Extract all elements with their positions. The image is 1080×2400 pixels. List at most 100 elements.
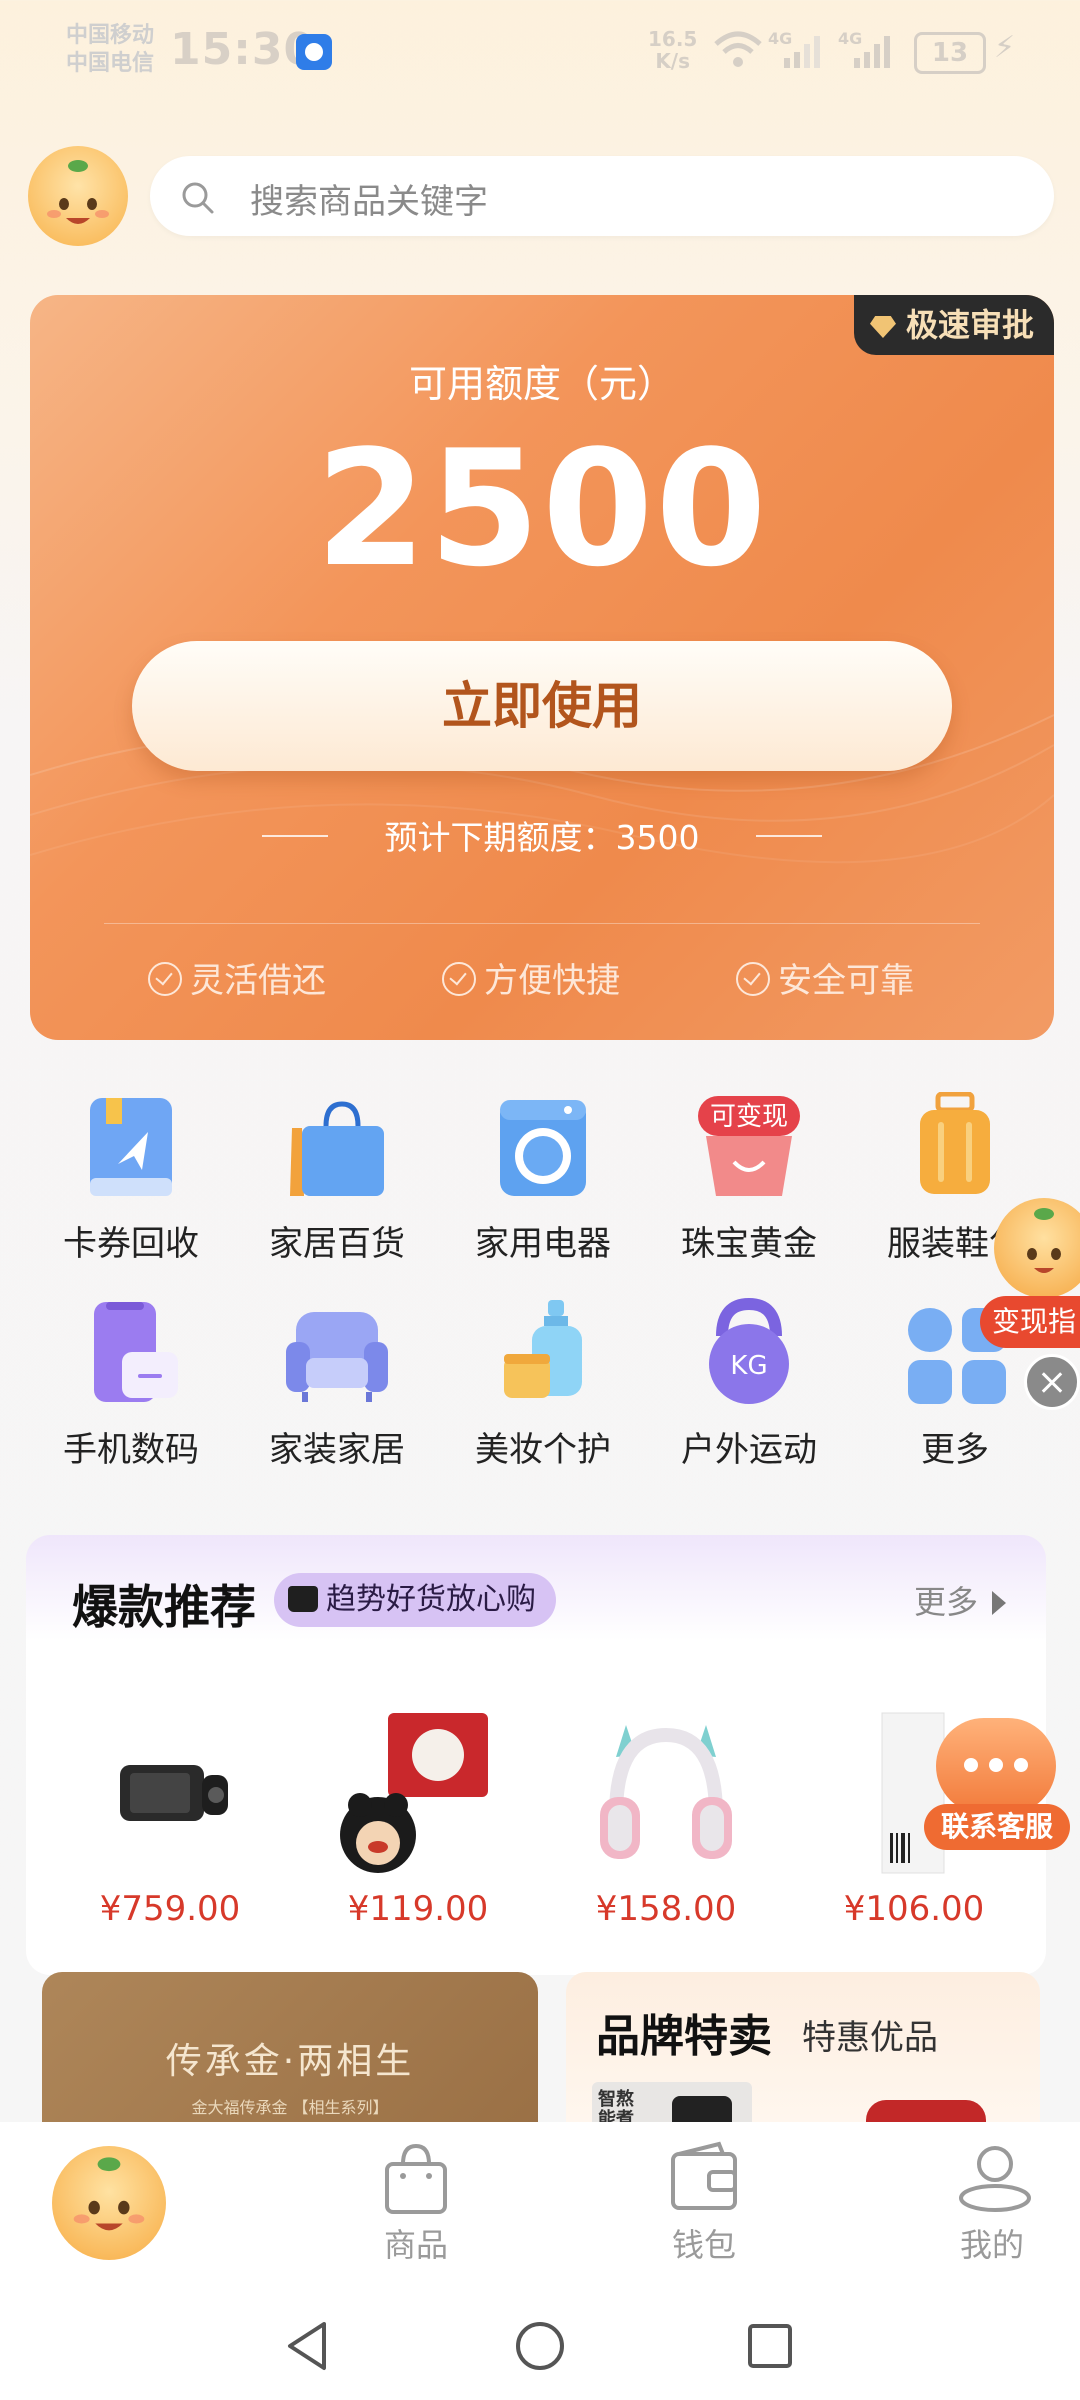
section-title: 爆款推荐 — [72, 1580, 256, 1634]
category-label: 更多 — [921, 1430, 989, 1470]
suitcase-icon — [900, 1091, 1010, 1202]
charging-icon: ⚡ — [994, 30, 1016, 65]
back-icon[interactable] — [278, 2316, 338, 2376]
category-home-decor[interactable]: 家装家居 — [242, 1298, 432, 1471]
category-label: 户外运动 — [681, 1430, 817, 1470]
more-link[interactable]: 更多 — [914, 1577, 1006, 1623]
check-circle-icon — [442, 962, 476, 996]
network-type-2: 4G — [838, 30, 862, 48]
tab-mine[interactable]: 我的 — [912, 2140, 1072, 2266]
feature-convenient: 方便快捷 — [442, 953, 620, 1002]
diamond-icon — [869, 316, 896, 338]
tab-label: 商品 — [383, 2226, 448, 2264]
home-circle-icon[interactable] — [510, 2316, 570, 2376]
shopping-bag-icon — [282, 1092, 392, 1202]
battery-indicator: 13 — [914, 32, 986, 74]
search-placeholder[interactable]: 搜索商品关键字 — [250, 174, 488, 223]
fast-approval-label: 极速审批 — [905, 306, 1034, 344]
category-phone-digital[interactable]: 手机数码 — [36, 1298, 226, 1471]
brand-banner-subtitle: 特惠优品 — [802, 2018, 938, 2058]
notification-app-icon — [296, 34, 332, 70]
phone-icon — [76, 1298, 186, 1408]
category-beauty-care[interactable]: 美妆个护 — [448, 1298, 638, 1471]
brand-sale-banner[interactable]: 品牌特卖 特惠优品 智熬 能煮 — [566, 1972, 1040, 2132]
search-icon — [182, 182, 214, 214]
product-card[interactable]: ¥759.00 — [70, 1705, 270, 1929]
available-credit-amount: 2500 — [315, 415, 769, 602]
mickey-speaker-icon — [338, 1705, 498, 1875]
cash-out-badge: 可变现 — [710, 1102, 788, 1132]
category-jewelry-gold[interactable]: 可变现 珠宝黄金 — [654, 1092, 844, 1265]
kettlebell-text: KG — [730, 1351, 767, 1381]
search-bar[interactable]: 搜索商品关键字 — [150, 156, 1054, 236]
coupon-book-icon — [76, 1092, 186, 1202]
check-circle-icon — [148, 962, 182, 996]
customer-service-label: 联系客服 — [924, 1804, 1070, 1850]
network-type-1: 4G — [768, 30, 792, 48]
brand-banner-title: 品牌特卖 — [596, 2011, 772, 2062]
gold-promo-banner[interactable]: 传承金·两相生 金大福传承金 【相生系列】 — [42, 1972, 538, 2132]
category-label: 卡券回收 — [63, 1224, 199, 1264]
product-price: ¥158.00 — [595, 1889, 737, 1929]
product-card[interactable]: ¥158.00 — [566, 1705, 766, 1929]
feature-label: 方便快捷 — [484, 961, 620, 1001]
customer-service-button[interactable]: 联系客服 — [924, 1718, 1070, 1850]
category-label: 珠宝黄金 — [681, 1224, 817, 1264]
wallet-icon — [669, 2140, 739, 2216]
use-now-button[interactable]: 立即使用 — [132, 641, 952, 771]
signal-icon-1: 4G — [768, 29, 822, 74]
product-price: ¥119.00 — [347, 1889, 489, 1929]
network-speed-value: 16.5 — [648, 27, 698, 51]
tab-home[interactable] — [52, 2146, 166, 2260]
thumbs-up-icon — [288, 1586, 318, 1612]
kettlebell-icon: KG — [694, 1297, 804, 1408]
orange-mascot-icon — [1027, 1208, 1061, 1273]
category-home-goods[interactable]: 家居百货 — [242, 1092, 432, 1265]
recents-square-icon[interactable] — [740, 2316, 800, 2376]
cat-ear-headphones-icon — [586, 1705, 746, 1875]
check-circle-icon — [736, 962, 770, 996]
mascot-avatar[interactable] — [28, 146, 128, 246]
credit-card: 极速审批 可用额度（元） 2500 立即使用 预计下期额度：3500 灵活借还 … — [30, 295, 1054, 1040]
chat-bubble-icon — [936, 1718, 1056, 1814]
system-nav-bar — [0, 2282, 1080, 2400]
floating-cash-guide-tag[interactable]: 变现指 — [980, 1296, 1080, 1348]
network-speed: 16.5 K/s — [648, 28, 697, 72]
orange-mascot-icon — [47, 160, 109, 224]
status-time: 15:30 — [170, 24, 316, 75]
category-label: 家用电器 — [475, 1224, 611, 1264]
floating-mascot[interactable] — [994, 1198, 1080, 1298]
user-icon — [957, 2140, 1031, 2216]
feature-flexible: 灵活借还 — [148, 953, 326, 1002]
tab-label: 钱包 — [671, 2226, 736, 2264]
gold-banner-title: 传承金·两相生 — [165, 2041, 415, 2082]
card-divider — [104, 923, 980, 924]
product-card[interactable]: ¥119.00 — [318, 1705, 518, 1929]
orange-mascot-icon — [73, 2157, 145, 2231]
sofa-icon — [282, 1298, 392, 1408]
close-icon[interactable] — [1024, 1354, 1080, 1410]
next-period-quota: 预计下期额度：3500 — [384, 818, 700, 857]
category-label: 美妆个护 — [475, 1430, 611, 1470]
network-speed-unit: K/s — [655, 49, 691, 73]
available-credit-label: 可用额度（元） — [408, 362, 675, 406]
more-link-label: 更多 — [913, 1583, 978, 1621]
product-price: ¥759.00 — [99, 1889, 241, 1929]
trend-tag-label: 趋势好货放心购 — [326, 1582, 536, 1617]
trend-tag: 趋势好货放心购 — [274, 1573, 556, 1627]
tab-label: 我的 — [959, 2226, 1024, 2264]
category-outdoor-sports[interactable]: KG 户外运动 — [654, 1297, 844, 1471]
jewelry-basket-icon: 可变现 — [694, 1092, 804, 1202]
tab-wallet[interactable]: 钱包 — [624, 2140, 784, 2266]
chevron-right-icon — [992, 1591, 1006, 1615]
feature-label: 灵活借还 — [190, 961, 326, 1001]
gold-banner-subtitle: 金大福传承金 【相生系列】 — [191, 2098, 389, 2117]
bottom-tab-bar: 商品 钱包 我的 — [0, 2122, 1080, 2282]
category-home-appliances[interactable]: 家用电器 — [448, 1092, 638, 1265]
tab-products[interactable]: 商品 — [336, 2140, 496, 2266]
carrier-1: 中国移动 — [66, 23, 155, 48]
wifi-icon — [714, 31, 762, 67]
category-coupon-recycle[interactable]: 卡券回收 — [36, 1092, 226, 1265]
fast-approval-badge: 极速审批 — [853, 295, 1054, 355]
signal-icon-2: 4G — [838, 29, 898, 74]
